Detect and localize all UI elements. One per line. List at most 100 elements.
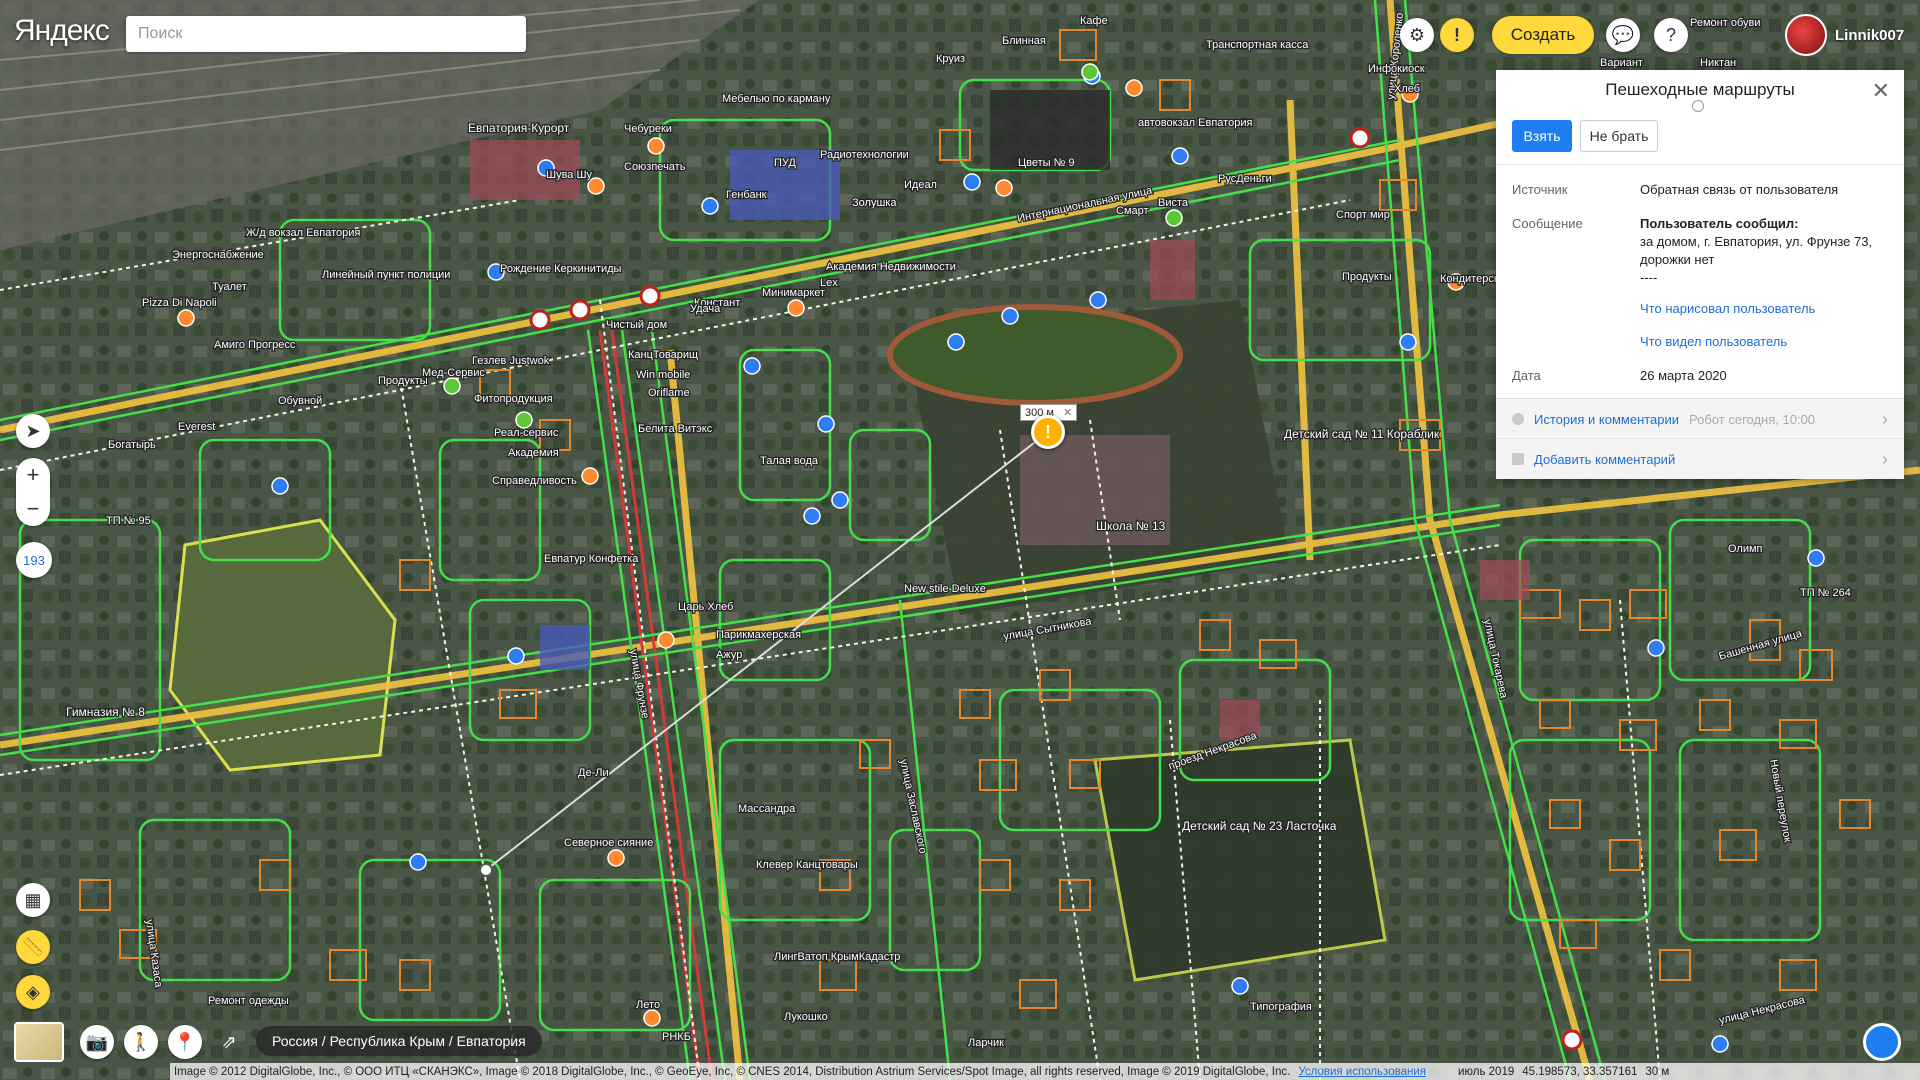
map-label: Лукошко <box>784 1011 828 1023</box>
map-label: РусДеньги <box>1218 173 1272 185</box>
user-name: Linnik007 <box>1835 26 1905 44</box>
map-label: Академия <box>508 447 559 459</box>
ruler-icon: 📏 <box>21 936 45 957</box>
map-label: Everest <box>178 421 215 433</box>
map-label: Детский сад № 23 Ласточка <box>1182 819 1337 833</box>
map-label: КанцТоварищ <box>628 349 698 361</box>
pedestrian-icon: 🚶 <box>129 1031 153 1052</box>
date-value: 26 марта 2020 <box>1640 368 1727 383</box>
map-label: Продукты <box>1342 271 1392 283</box>
close-icon[interactable]: ✕ <box>1872 78 1890 104</box>
map-label: Никтан <box>1700 57 1736 69</box>
create-button[interactable]: Создать <box>1492 16 1594 54</box>
scale-label: 30 м <box>1645 1065 1670 1078</box>
map-label: автовокзал Евпатория <box>1138 117 1252 129</box>
map-label: Ремонт обуви <box>1690 17 1761 29</box>
settings-button[interactable]: ⚙ <box>1400 18 1434 52</box>
map-label: Ж/д вокзал Евпатория <box>246 227 360 239</box>
source-label: Источник <box>1512 182 1568 197</box>
my-location-button[interactable] <box>1863 1023 1901 1061</box>
pin-icon: 📍 <box>173 1031 197 1052</box>
map-label: Типография <box>1250 1001 1312 1013</box>
map-label: Гезлев Justwok <box>472 355 550 367</box>
map-label: Продукты <box>378 375 428 387</box>
map-label: New stile Deluxe <box>904 583 986 595</box>
breadcrumb[interactable]: Россия / Республика Крым / Евпатория <box>256 1026 542 1056</box>
grid-button[interactable]: ▦ <box>16 883 50 917</box>
alerts-button[interactable]: ! <box>1440 18 1474 52</box>
history-meta: Робот сегодня, 10:00 <box>1689 411 1816 427</box>
map-label: Амиго Прогресс <box>214 339 296 351</box>
map-label: Цветы № 9 <box>1018 157 1075 169</box>
user-menu[interactable]: Linnik007 <box>1785 14 1904 56</box>
message-label: Сообщение <box>1512 216 1583 231</box>
search-input[interactable] <box>126 16 526 52</box>
map-label: Pizza Di Napoli <box>142 297 217 309</box>
map-label: Гимназия № 8 <box>66 705 145 719</box>
map-label: Удача <box>690 303 721 315</box>
date-label: Дата <box>1512 368 1541 383</box>
grid-icon: ▦ <box>24 889 42 910</box>
help-button[interactable]: ? <box>1654 18 1688 52</box>
map-label: Рождение Керкинитиды <box>500 263 622 275</box>
history-row[interactable]: История и комментарии Робот сегодня, 10:… <box>1496 398 1904 439</box>
history-link[interactable]: История и комментарии <box>1534 412 1679 427</box>
link-user-seen[interactable]: Что видел пользователь <box>1640 333 1890 351</box>
exclamation-icon: ! <box>1045 421 1051 442</box>
map-label: Справедливость <box>492 475 577 487</box>
yandex-logo[interactable]: Яндекс <box>14 14 110 48</box>
map-label: Win mobile <box>636 369 690 381</box>
zoom-level-badge[interactable]: 193 <box>16 542 52 578</box>
zoom-in-button[interactable]: + <box>16 458 50 492</box>
map-label: Генбанк <box>726 189 767 201</box>
take-button[interactable]: Взять <box>1512 120 1572 152</box>
divider <box>1496 164 1904 165</box>
add-comment-row[interactable]: Добавить комментарий › <box>1496 438 1904 479</box>
close-icon[interactable]: ✕ <box>1063 407 1072 419</box>
map-label: Школа № 13 <box>1096 519 1166 533</box>
map-label: Ларчик <box>968 1037 1004 1049</box>
map-label: Инфокиоск <box>1368 63 1425 75</box>
terms-link[interactable]: Условия использования <box>1298 1066 1426 1078</box>
panel-title: Пешеходные маршруты <box>1605 80 1795 99</box>
map-label: Летo <box>636 999 660 1011</box>
chevron-right-icon: › <box>1882 408 1888 429</box>
pin-button[interactable]: 📍 <box>168 1025 202 1059</box>
link-user-drawn[interactable]: Что нарисовал пользователь <box>1640 300 1890 318</box>
map-label: Северное сияние <box>564 837 653 849</box>
map-label: Вариант <box>1600 57 1643 69</box>
map-label: Мебелью по карману <box>722 93 831 105</box>
map-label: Детский сад № 11 Кораблик <box>1284 427 1440 441</box>
zoom-out-button[interactable]: − <box>16 492 50 526</box>
minimap-thumbnail[interactable] <box>14 1022 64 1062</box>
navigation-arrow-icon: ➤ <box>25 420 41 441</box>
messages-button[interactable]: 💬 <box>1606 18 1640 52</box>
message-separator: ---- <box>1640 270 1658 285</box>
map-label: Мед-Сервис <box>422 367 485 379</box>
skip-button[interactable]: Не брать <box>1580 120 1658 152</box>
map-label: Обувной <box>278 395 322 407</box>
layers-button[interactable]: ◈ <box>16 975 50 1009</box>
add-comment-link[interactable]: Добавить комментарий <box>1534 452 1675 467</box>
share-button[interactable]: ⇗ <box>212 1025 246 1059</box>
navigate-button[interactable]: ➤ <box>16 414 50 448</box>
map-label: Богатырь <box>108 439 156 451</box>
camera-button[interactable]: 📷 <box>80 1025 114 1059</box>
locate-on-map-icon[interactable] <box>1692 100 1704 112</box>
issue-marker[interactable]: ! <box>1031 415 1065 449</box>
map-label: Спорт мир <box>1336 209 1390 221</box>
comment-icon <box>1512 453 1524 465</box>
chat-icon: 💬 <box>1611 24 1635 45</box>
pedestrian-button[interactable]: 🚶 <box>124 1025 158 1059</box>
ruler-button[interactable]: 📏 <box>16 930 50 964</box>
message-heading: Пользователь сообщил: <box>1640 216 1799 231</box>
map-label: Круиз <box>936 53 965 65</box>
zoom-control: + − <box>16 458 50 526</box>
map-label: Массандра <box>738 803 796 815</box>
map-label: Идеал <box>904 179 937 191</box>
imagery-date: июль 2019 <box>1457 1065 1515 1078</box>
map-label: ТП № 95 <box>106 515 151 527</box>
map-label: Ремонт одежды <box>208 995 289 1007</box>
avatar <box>1785 14 1827 56</box>
camera-icon: 📷 <box>85 1031 109 1052</box>
